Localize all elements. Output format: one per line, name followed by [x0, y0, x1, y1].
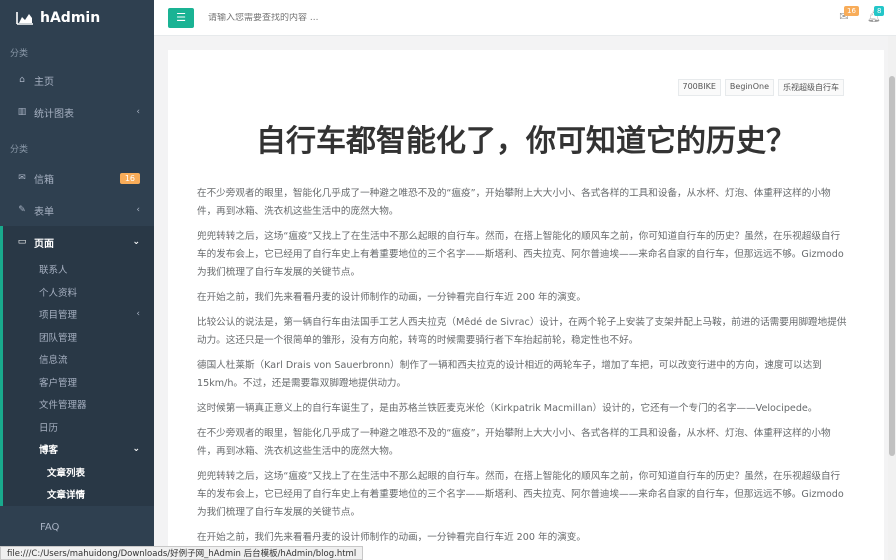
tag[interactable]: 700BIKE: [677, 79, 721, 96]
nav-header: 分类: [10, 145, 29, 155]
chevron-down-icon: ⌄: [132, 237, 140, 247]
sidebar-item-article-list[interactable]: 文章列表: [3, 461, 154, 484]
article-paragraph: 比较公认的说法是，第一辆自行车由法国手工艺人西夫拉克（Mêdé de Sivra…: [197, 317, 847, 346]
brand-name: hAdmin: [40, 10, 101, 26]
chevron-left-icon: ‹: [136, 107, 140, 117]
bars-icon: ☰: [176, 11, 186, 24]
article-paragraph: 在开始之前，我们先来看看丹麦的设计师制作的动画，一分钟看完自行车近 200 年的…: [197, 292, 586, 303]
mail-badge: 16: [119, 172, 140, 184]
sidebar-item-clients[interactable]: 客户管理: [3, 371, 154, 394]
pages-submenu: 联系人 个人资料 项目管理 ‹ 团队管理 信息流 客户管理 文件管理器 日历 博…: [0, 258, 154, 506]
article-body: 在不少旁观者的眼里，智能化几乎成了一种避之唯恐不及的“瘟疫”，开始攀附上大大小小…: [197, 185, 849, 554]
sidebar-item-label: 页面: [34, 238, 54, 250]
notifications-button[interactable]: 🔔︎ 8: [866, 6, 885, 24]
brand[interactable]: hAdmin: [0, 0, 154, 36]
article-paragraph: 在不少旁观者的眼里，智能化几乎成了一种避之唯恐不及的“瘟疫”，开始攀附上大大小小…: [197, 188, 831, 217]
nav-header: 分类: [10, 49, 29, 59]
chevron-left-icon: ‹: [136, 205, 140, 215]
tag-list: 700BIKE BeginOne 乐视超级自行车: [677, 79, 844, 96]
sidebar: hAdmin 分类 ⌂ 主页 ▥ 统计图表 ‹ 分类 ✉ 信箱 16 ✎ 表单 …: [0, 0, 154, 560]
tag[interactable]: 乐视超级自行车: [778, 79, 844, 96]
scrollbar-thumb[interactable]: [889, 76, 895, 456]
sidebar-item-forms[interactable]: ✎ 表单 ‹: [0, 194, 154, 226]
browser-status-url: file:///C:/Users/mahuidong/Downloads/好例子…: [0, 546, 364, 560]
sidebar-item-file-manager[interactable]: 文件管理器: [3, 393, 154, 416]
article-paragraph: 这时候第一辆真正意义上的自行车诞生了，是由苏格兰铁匠麦克米伦（Kirkpatri…: [197, 403, 818, 414]
search-input[interactable]: [208, 12, 508, 23]
sidebar-item-label: 项目管理: [39, 310, 78, 322]
notifications-count-badge: 8: [874, 6, 885, 16]
page-scrollbar[interactable]: [888, 36, 896, 560]
sidebar-item-profile[interactable]: 个人资料: [3, 281, 154, 304]
sidebar-item-charts[interactable]: ▥ 统计图表 ‹: [0, 96, 154, 128]
article-panel: 700BIKE BeginOne 乐视超级自行车 自行车都智能化了，你可知道它的…: [168, 50, 884, 560]
sidebar-item-label: 统计图表: [34, 108, 74, 120]
chevron-left-icon: ‹: [136, 309, 140, 320]
desktop-icon: ▭: [17, 237, 27, 247]
area-chart-icon: [16, 12, 33, 25]
article-paragraph: 在不少旁观者的眼里，智能化几乎成了一种避之唯恐不及的“瘟疫”，开始攀附上大大小小…: [197, 428, 831, 457]
sidebar-item-faq[interactable]: FAQ: [0, 512, 154, 544]
sidebar-item-pages[interactable]: ▭ 页面 ⌄: [0, 226, 154, 258]
article-paragraph: 兜兜转转之后，这场“瘟疫”又找上了在生活中不那么起眼的自行车。然而，在搭上智能化…: [197, 471, 844, 518]
menu-toggle-button[interactable]: ☰: [168, 7, 194, 28]
article-paragraph: 德国人杜莱斯（Karl Drais von Sauerbronn）制作了一辆和西…: [197, 360, 822, 389]
sidebar-item-label: 主页: [34, 76, 54, 88]
envelope-icon: ✉: [18, 173, 26, 183]
sidebar-item-article-detail[interactable]: 文章详情: [3, 483, 154, 506]
top-icons: ✉ 16 🔔︎ 8: [836, 6, 885, 24]
sidebar-item-label: 信箱: [34, 174, 54, 186]
sidebar-item-label: 表单: [34, 206, 54, 218]
sidebar-item-calendar[interactable]: 日历: [3, 416, 154, 439]
sidebar-item-home[interactable]: ⌂ 主页: [0, 64, 154, 96]
chevron-down-icon: ⌄: [132, 444, 140, 455]
bar-chart-icon: ▥: [17, 107, 27, 117]
sidebar-item-projects[interactable]: 项目管理 ‹: [3, 303, 154, 326]
messages-button[interactable]: ✉ 16: [836, 6, 859, 24]
sidebar-item-blog[interactable]: 博客 ⌄: [3, 438, 154, 461]
sidebar-item-feed[interactable]: 信息流: [3, 348, 154, 371]
top-navbar: ☰ ✉ 16 🔔︎ 8: [154, 0, 896, 36]
sidebar-item-mailbox[interactable]: ✉ 信箱 16: [0, 162, 154, 194]
article-paragraph: 兜兜转转之后，这场“瘟疫”又找上了在生活中不那么起眼的自行车。然而，在搭上智能化…: [197, 231, 844, 278]
tag[interactable]: BeginOne: [724, 79, 774, 96]
article-title: 自行车都智能化了，你可知道它的历史？: [256, 124, 796, 159]
messages-count-badge: 16: [844, 6, 859, 16]
sidebar-item-contacts[interactable]: 联系人: [3, 258, 154, 281]
sidebar-item-label: 博客: [39, 445, 59, 457]
home-icon: ⌂: [19, 75, 25, 85]
sidebar-item-teams[interactable]: 团队管理: [3, 326, 154, 349]
edit-icon: ✎: [18, 205, 26, 215]
article-paragraph: 在开始之前，我们先来看看丹麦的设计师制作的动画，一分钟看完自行车近 200 年的…: [197, 532, 586, 543]
